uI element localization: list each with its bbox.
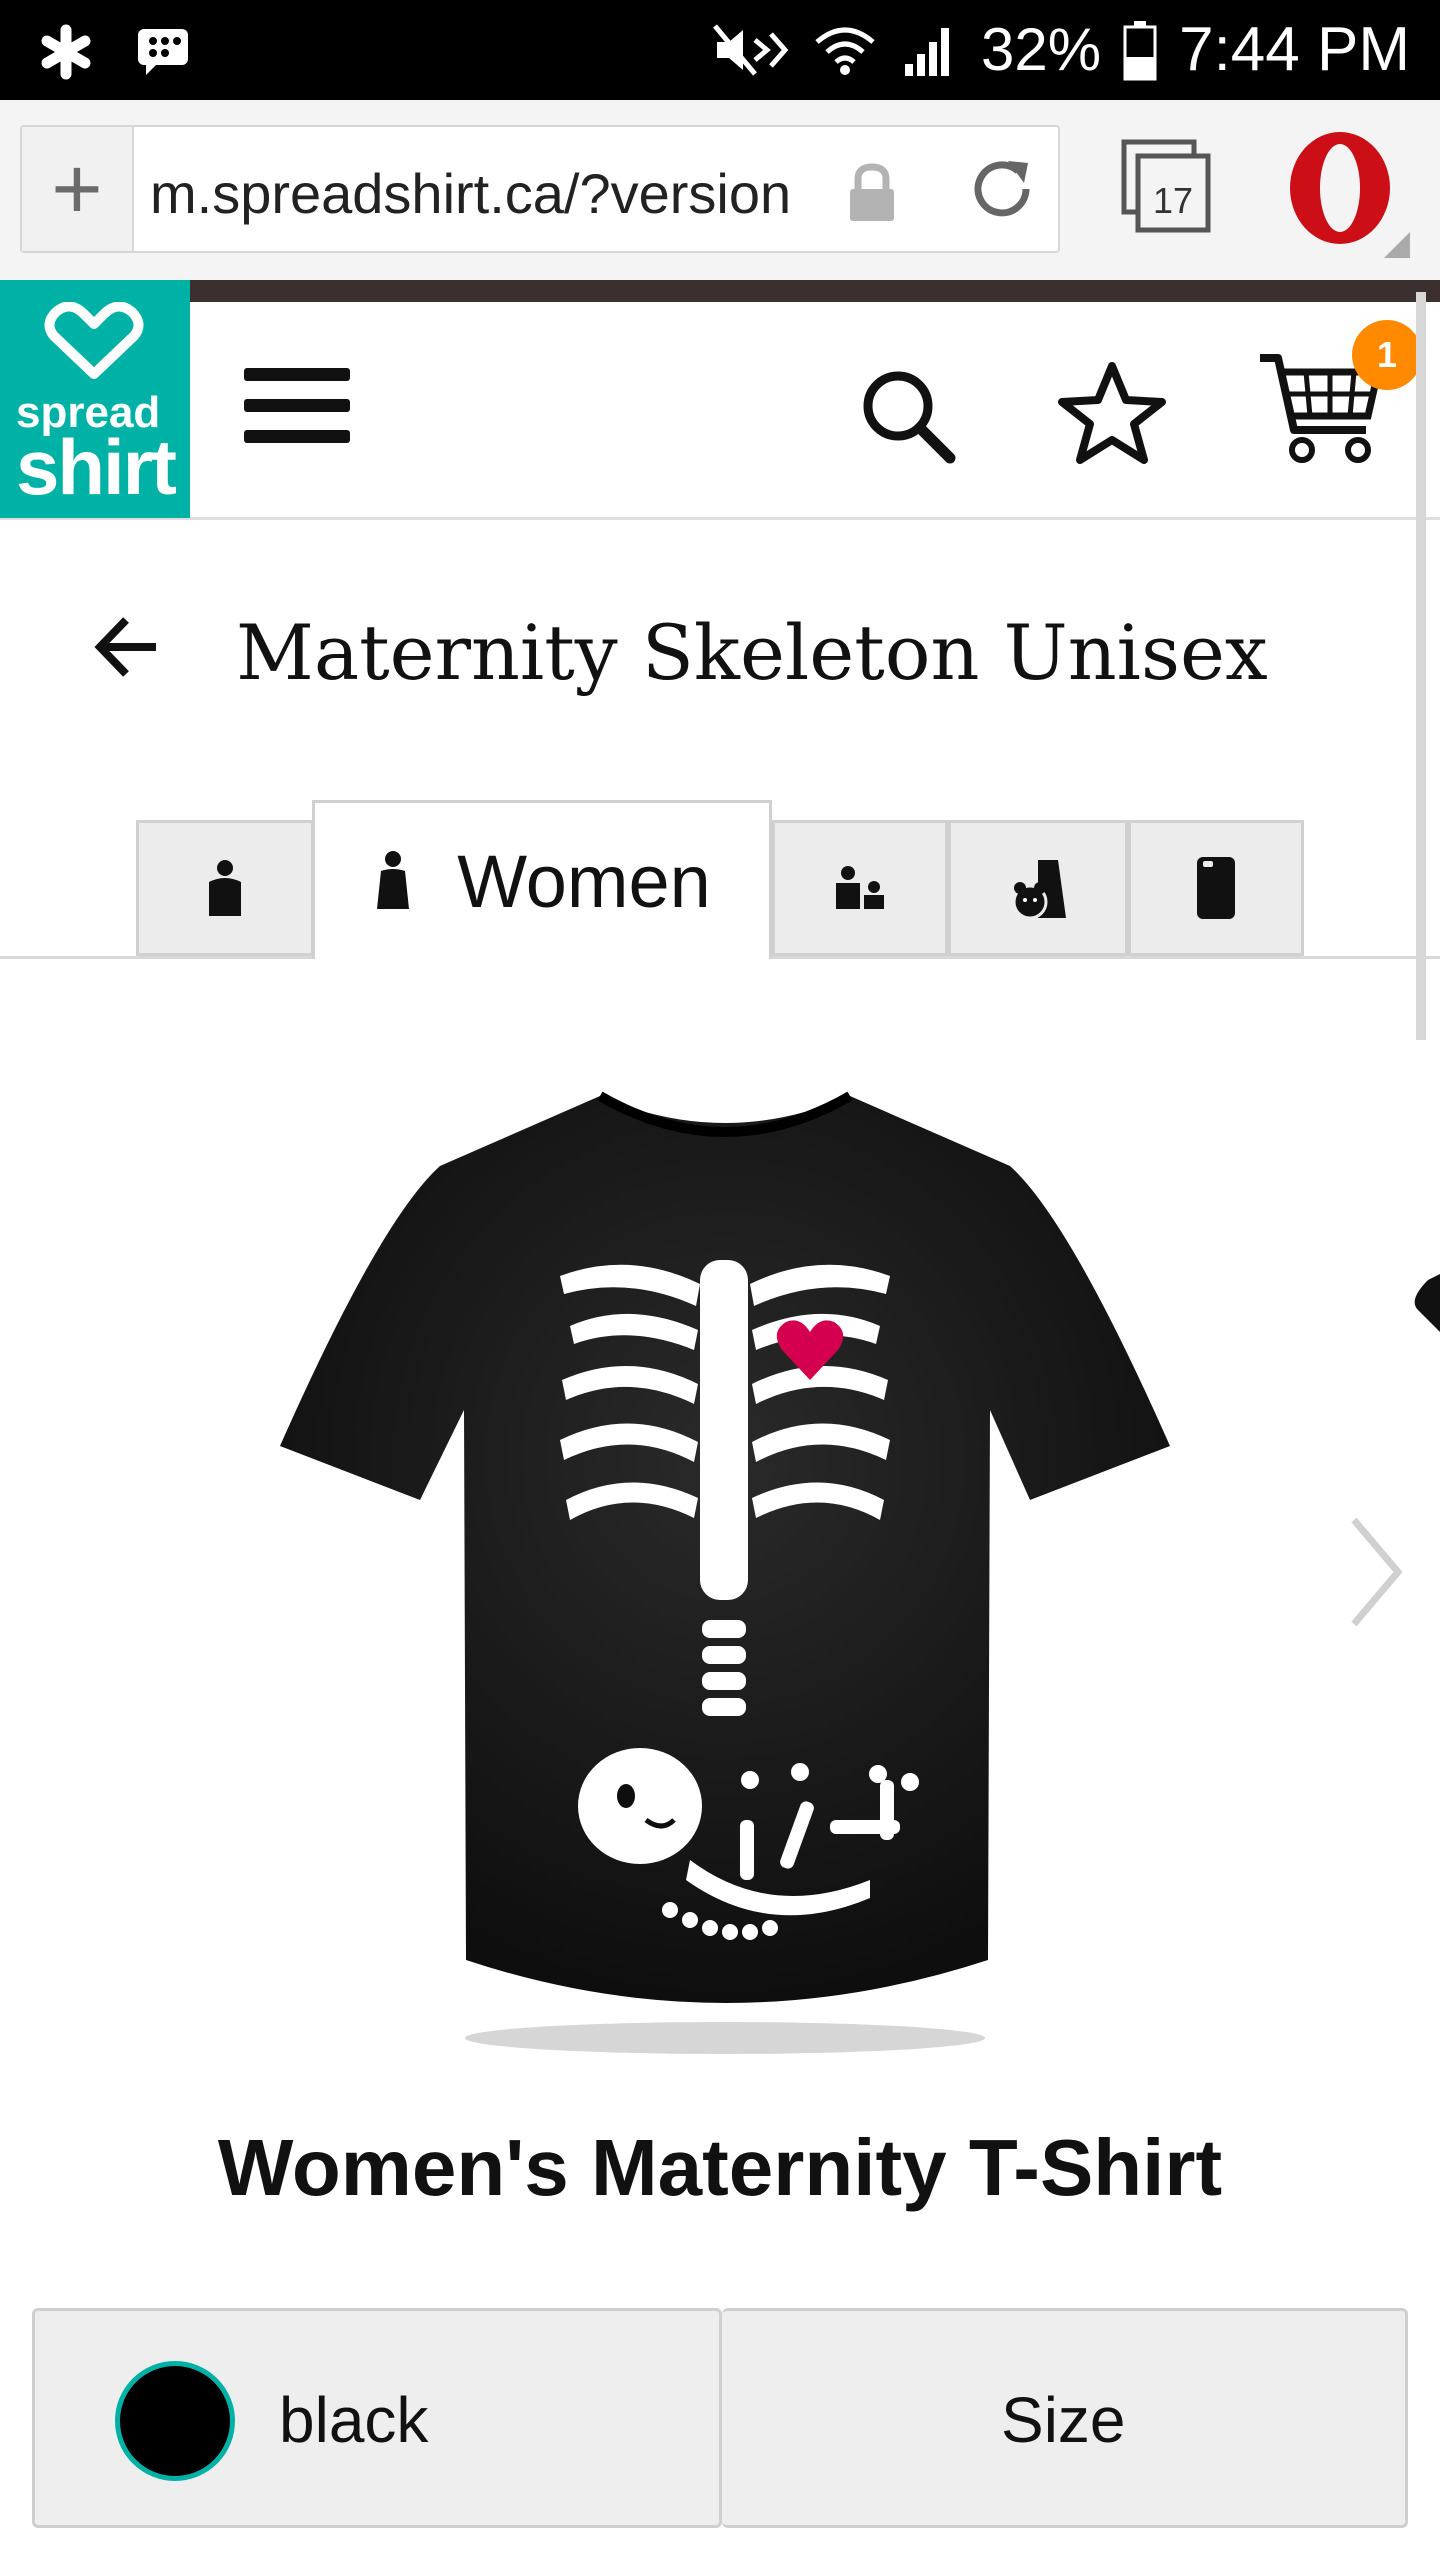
color-selector[interactable]: black [32,2308,722,2528]
battery-percent: 32% [981,16,1102,83]
size-selector[interactable]: Size [721,2308,1408,2528]
cart-count-badge: 1 [1352,320,1422,390]
lock-icon [850,163,894,221]
size-label: Size [1001,2384,1126,2456]
product-category-tabs: Women [0,800,1440,960]
favorites-star-icon[interactable] [1056,360,1168,468]
site-header: spread shirt 1 [0,280,1440,520]
add-tab-icon[interactable]: + [22,127,134,251]
tab-phone-cases[interactable] [1128,820,1304,956]
url-text[interactable]: m.spreadshirt.ca/?version [150,161,830,226]
tab-baby[interactable] [948,820,1128,956]
clock: 7:44 PM [1179,15,1410,84]
chevron-right-icon[interactable] [1346,1512,1406,1632]
color-swatch [115,2361,235,2481]
status-left-icons [36,22,190,82]
asterisk-icon [41,24,91,80]
kids-icon [836,866,884,909]
product-name: Women's Maternity T-Shirt [217,2123,1223,2212]
bbm-icon [138,29,188,75]
baby-icon [1012,860,1066,920]
mute-icon [713,23,789,76]
battery-icon [1123,20,1157,80]
tab-men[interactable] [136,820,314,956]
heart-logo-icon [44,302,144,379]
tab-women-label: Women [457,839,711,923]
signal-icon [905,27,949,76]
spreadshirt-logo[interactable]: spread shirt [0,280,190,518]
product-image[interactable] [270,1080,1180,2070]
tab-kids[interactable] [772,820,948,956]
tab-count: 17 [1152,180,1194,221]
tab-women[interactable]: Women [312,800,772,959]
next-product-peek [1414,1274,1440,1332]
status-right: 32% 7:44 PM [711,14,1410,85]
status-bar: 32% 7:44 PM [0,0,1440,100]
wifi-icon [815,27,875,75]
back-arrow-icon[interactable] [92,612,162,682]
page-title: Maternity Skeleton Unisex [236,608,1268,697]
opera-icon[interactable] [1282,130,1412,260]
reload-icon[interactable] [962,149,1042,229]
product-options: black Size [32,2308,1408,2528]
address-bar[interactable]: + m.spreadshirt.ca/?version [20,125,1060,253]
men-icon [209,860,241,916]
search-icon[interactable] [858,366,958,466]
color-label: black [279,2384,429,2456]
menu-icon[interactable] [244,368,350,461]
phone-case-icon [1197,857,1235,919]
logo-text-shirt: shirt [16,423,177,511]
women-icon [377,851,410,909]
browser-toolbar: + m.spreadshirt.ca/?version 17 [0,100,1440,280]
